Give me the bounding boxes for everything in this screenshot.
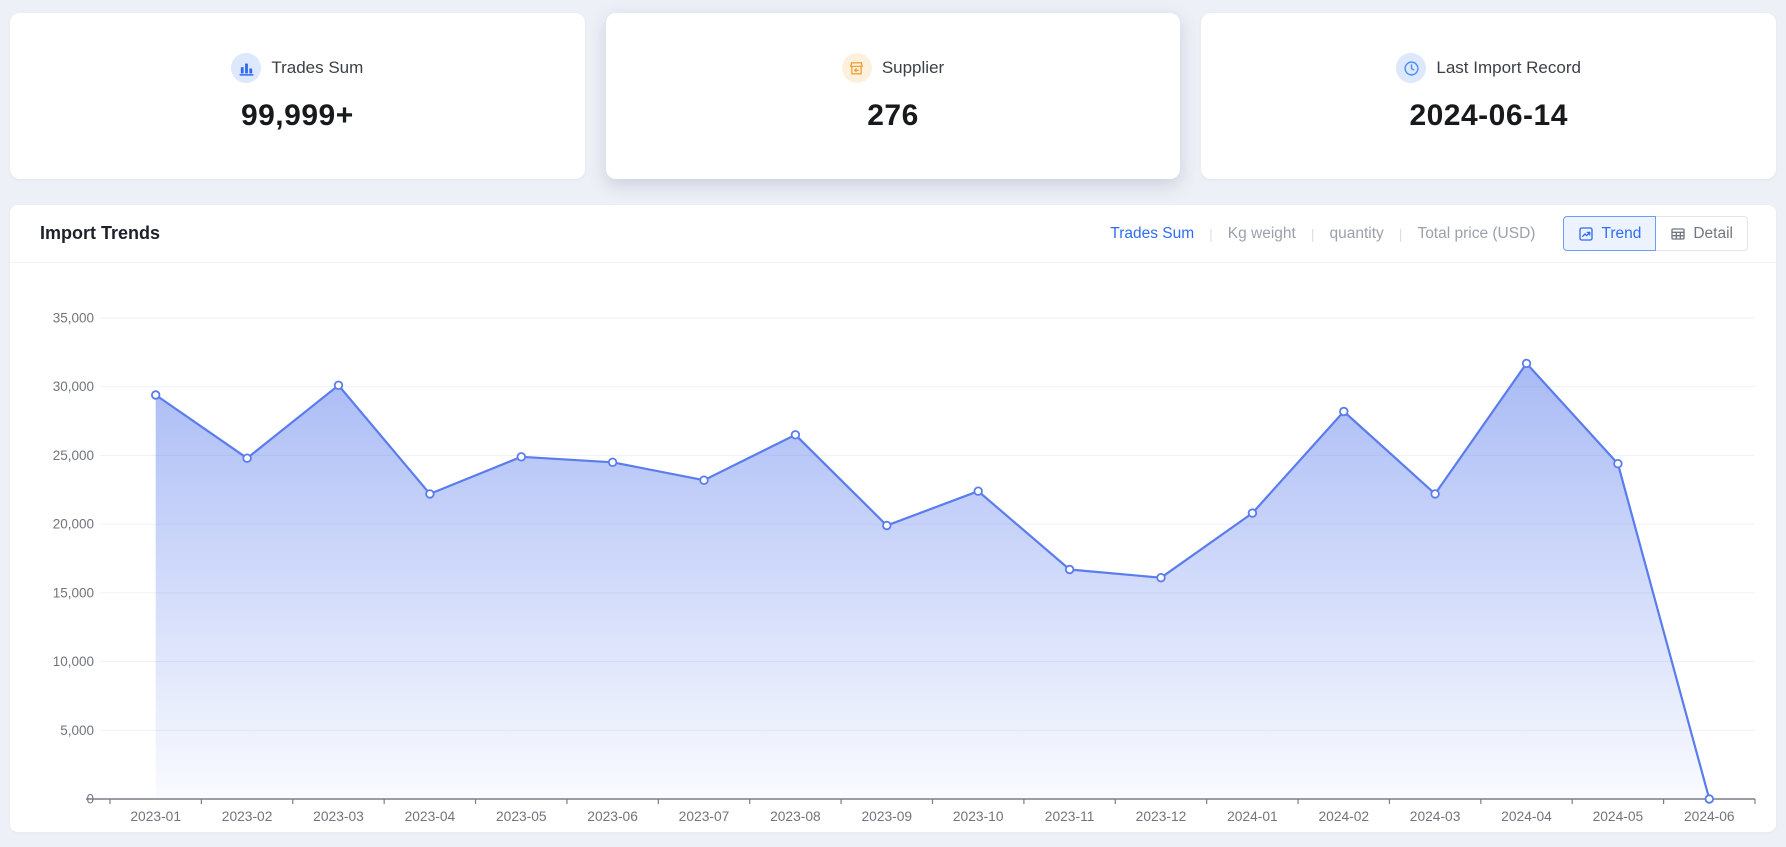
x-axis-tick-label: 2023-11 <box>1045 809 1095 824</box>
trend-button-label: Trend <box>1601 225 1641 243</box>
x-axis-tick-label: 2023-08 <box>770 809 821 824</box>
trend-chart-svg: 05,00010,00015,00020,00025,00030,00035,0… <box>10 263 1776 832</box>
y-axis-tick-label: 20,000 <box>53 517 94 532</box>
import-trends-panel: Import Trends Trades Sum | Kg weight | quant… <box>10 205 1776 832</box>
panel-header: Import Trends Trades Sum | Kg weight | quant… <box>10 205 1776 263</box>
card-last-import-record: Last Import Record 2024-06-14 <box>1201 13 1776 179</box>
data-point[interactable] <box>1614 460 1622 468</box>
data-point[interactable] <box>1431 490 1439 498</box>
detail-icon <box>1670 226 1686 242</box>
trend-chart: 05,00010,00015,00020,00025,00030,00035,0… <box>10 263 1776 832</box>
card-value: 2024-06-14 <box>1409 99 1567 133</box>
stat-cards-row: Trades Sum 99,999+ Supplier 276 <box>0 0 1786 179</box>
x-axis-tick-label: 2023-04 <box>405 809 456 824</box>
x-axis-tick-label: 2024-05 <box>1593 809 1644 824</box>
data-point[interactable] <box>426 490 434 498</box>
data-point[interactable] <box>1523 360 1531 368</box>
metric-tab-quantity[interactable]: quantity <box>1328 225 1386 243</box>
page-title: Import Trends <box>40 223 160 244</box>
data-point[interactable] <box>1066 566 1074 574</box>
metric-tab-trades-sum[interactable]: Trades Sum <box>1108 225 1196 243</box>
detail-button[interactable]: Detail <box>1656 216 1748 251</box>
card-value: 276 <box>867 99 919 133</box>
x-axis-tick-label: 2024-04 <box>1501 809 1552 824</box>
y-axis-tick-label: 35,000 <box>53 311 94 326</box>
data-point[interactable] <box>609 459 617 467</box>
data-point[interactable] <box>1340 408 1348 416</box>
data-point[interactable] <box>335 382 343 390</box>
bar-chart-icon <box>231 53 261 83</box>
x-axis-tick-label: 2023-06 <box>587 809 638 824</box>
data-point[interactable] <box>518 453 526 461</box>
x-axis-tick-label: 2024-02 <box>1318 809 1369 824</box>
x-axis-tick-label: 2023-09 <box>861 809 912 824</box>
y-axis-tick-label: 10,000 <box>53 654 94 669</box>
y-axis-tick-label: 15,000 <box>53 585 94 600</box>
x-axis-tick-label: 2024-01 <box>1227 809 1278 824</box>
x-axis-tick-label: 2023-01 <box>130 809 181 824</box>
data-point[interactable] <box>1249 509 1257 517</box>
card-value: 99,999+ <box>241 99 354 133</box>
data-point[interactable] <box>1157 574 1165 582</box>
y-axis-tick-label: 30,000 <box>53 379 94 394</box>
x-axis-tick-label: 2023-02 <box>222 809 273 824</box>
data-point[interactable] <box>974 487 982 495</box>
trend-button[interactable]: Trend <box>1563 216 1656 251</box>
x-axis-tick-label: 2023-10 <box>953 809 1004 824</box>
x-axis-tick-label: 2024-06 <box>1684 809 1735 824</box>
data-point[interactable] <box>243 454 251 462</box>
x-axis-tick-label: 2024-03 <box>1410 809 1461 824</box>
y-axis-tick-label: 25,000 <box>53 448 94 463</box>
card-label: Trades Sum <box>271 58 363 78</box>
card-label: Last Import Record <box>1436 58 1581 78</box>
metric-tabs: Trades Sum | Kg weight | quantity | Total pric… <box>1108 225 1537 243</box>
area-fill <box>156 363 1710 799</box>
tab-separator: | <box>1311 226 1315 242</box>
shop-icon <box>842 53 872 83</box>
tab-separator: | <box>1399 226 1403 242</box>
detail-button-label: Detail <box>1693 225 1733 243</box>
x-axis-tick-label: 2023-03 <box>313 809 364 824</box>
x-axis-tick-label: 2023-12 <box>1136 809 1187 824</box>
view-toggle: Trend Detail <box>1563 216 1748 251</box>
metric-tab-kg-weight[interactable]: Kg weight <box>1226 225 1298 243</box>
trend-icon <box>1578 226 1594 242</box>
data-point[interactable] <box>1706 795 1714 803</box>
tab-separator: | <box>1209 226 1213 242</box>
data-point[interactable] <box>792 431 800 439</box>
x-axis-tick-label: 2023-05 <box>496 809 547 824</box>
data-point[interactable] <box>700 476 708 484</box>
x-axis-tick-label: 2023-07 <box>679 809 730 824</box>
card-label: Supplier <box>882 58 944 78</box>
clock-icon <box>1396 53 1426 83</box>
card-supplier: Supplier 276 <box>606 13 1181 179</box>
data-point[interactable] <box>152 391 160 399</box>
data-point[interactable] <box>883 522 891 530</box>
y-axis-tick-label: 5,000 <box>60 723 94 738</box>
metric-tab-total-price-usd-[interactable]: Total price (USD) <box>1415 225 1537 243</box>
card-trades-sum: Trades Sum 99,999+ <box>10 13 585 179</box>
